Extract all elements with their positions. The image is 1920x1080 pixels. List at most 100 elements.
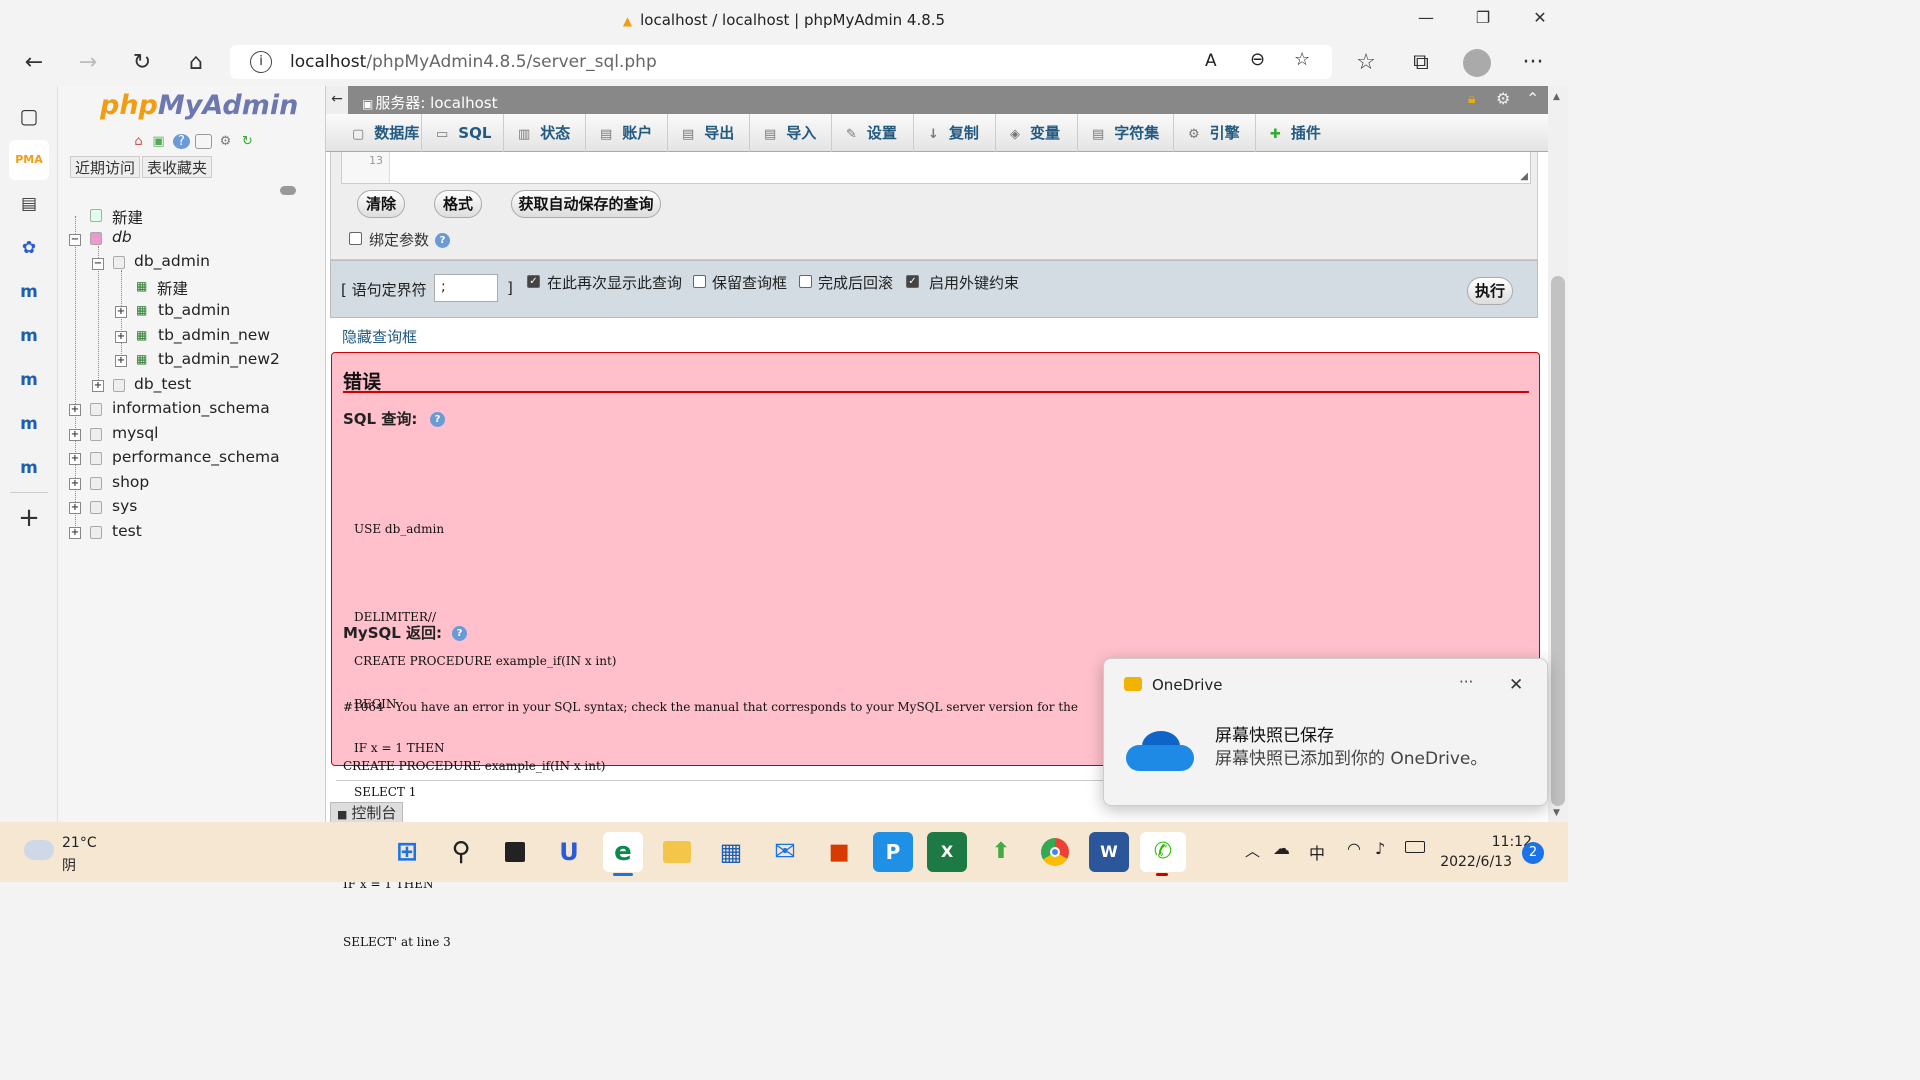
rollback-checkbox[interactable]	[799, 275, 812, 288]
help-icon[interactable]: ?	[435, 233, 450, 248]
tab-baidu[interactable]: ✿	[9, 228, 49, 268]
sql-editor[interactable]: 13 ◢	[341, 152, 1531, 184]
get-autosaved-query-button[interactable]: 获取自动保存的查询	[511, 190, 661, 218]
task-view-icon[interactable]	[495, 832, 535, 872]
tree-db-admin[interactable]: db_admin	[113, 252, 210, 270]
expand-icon[interactable]: +	[69, 478, 81, 490]
tray-chevron-icon[interactable]: ︿	[1245, 840, 1260, 861]
wifi-icon[interactable]: ◠	[1347, 839, 1361, 858]
address-url[interactable]: localhost/phpMyAdmin4.8.5/server_sql.php	[290, 52, 657, 72]
server-label[interactable]: ▣ 服务器: localhost	[362, 92, 498, 113]
onedrive-notification[interactable]: OneDrive ··· ✕ 屏幕快照已保存 屏幕快照已添加到你的 OneDri…	[1103, 658, 1548, 806]
minimize-button[interactable]: —	[1406, 8, 1446, 32]
go-button[interactable]: 执行	[1467, 277, 1513, 305]
tab-settings[interactable]: ✎ 设置	[832, 114, 914, 152]
tab-replication[interactable]: ↓ 复制	[914, 114, 996, 152]
tab-site-5[interactable]: m	[9, 448, 49, 488]
tab-status[interactable]: ▥ 状态	[504, 114, 586, 152]
tab-engines[interactable]: ⚙ 引擎	[1174, 114, 1256, 152]
tree-db-test[interactable]: db_test	[113, 375, 191, 393]
new-tab-icon[interactable]: +	[9, 498, 49, 538]
lock-icon[interactable]: 🔒︎	[1468, 91, 1475, 107]
tree-mysql[interactable]: mysql	[90, 424, 159, 442]
start-icon[interactable]: ⊞	[387, 832, 427, 872]
tab-recent[interactable]: 近期访问	[70, 156, 141, 178]
expand-icon[interactable]: +	[115, 331, 127, 343]
notification-badge[interactable]: 2	[1522, 842, 1544, 864]
tab-sql[interactable]: ▭ SQL	[422, 114, 504, 152]
add-favorite-icon[interactable]: ☆	[1294, 49, 1310, 70]
help-icon[interactable]: ?	[173, 134, 190, 149]
expand-icon[interactable]: +	[69, 404, 81, 416]
onedrive-tray-icon[interactable]: ☁	[1273, 839, 1290, 859]
expand-icon[interactable]: +	[69, 527, 81, 539]
bind-params-checkbox[interactable]	[349, 232, 362, 245]
tab-site-3[interactable]: m	[9, 360, 49, 400]
forward-icon[interactable]: →	[72, 50, 104, 78]
ime-indicator[interactable]: 中	[1309, 840, 1325, 864]
format-button[interactable]: 格式	[434, 190, 482, 218]
battery-icon[interactable]	[1405, 841, 1425, 853]
scroll-up-icon[interactable]: ▲	[1553, 92, 1560, 102]
collapse-icon[interactable]: −	[69, 234, 81, 246]
show-query-again-checkbox[interactable]: ✓	[527, 275, 540, 288]
clock-time[interactable]: 11:12	[1454, 834, 1532, 850]
office-icon[interactable]: ◼	[819, 832, 859, 872]
address-bar[interactable]: i localhost/phpMyAdmin4.8.5/server_sql.p…	[230, 45, 1332, 79]
tab-site-2[interactable]: m	[9, 316, 49, 356]
p-app-icon[interactable]: P	[873, 832, 913, 872]
collections-icon[interactable]: ⧉	[1405, 50, 1437, 78]
store-icon[interactable]: ▦	[711, 832, 751, 872]
link-icon[interactable]	[280, 186, 296, 195]
tree-information-schema[interactable]: information_schema	[90, 399, 270, 417]
expand-icon[interactable]: +	[69, 453, 81, 465]
chrome-icon[interactable]	[1035, 832, 1075, 872]
refresh-icon[interactable]: ↻	[126, 50, 158, 78]
tab-variables[interactable]: ◈ 变量	[996, 114, 1078, 152]
weather-cloud-icon[interactable]	[24, 840, 54, 860]
search-icon[interactable]: ⚲	[441, 832, 481, 872]
mail-icon[interactable]: ✉	[765, 832, 805, 872]
word-icon[interactable]: W	[1089, 832, 1129, 872]
tree-table-1[interactable]: ▦ tb_admin_new	[136, 326, 270, 344]
home-icon[interactable]: ⌂	[130, 134, 147, 149]
tree-table-0[interactable]: ▦ tb_admin	[136, 301, 230, 319]
tree-test[interactable]: test	[90, 522, 142, 540]
collapse-nav-icon[interactable]: ←	[326, 86, 348, 114]
expand-icon[interactable]: +	[115, 306, 127, 318]
clear-button[interactable]: 清除	[357, 190, 405, 218]
volume-icon[interactable]: ♪	[1375, 839, 1385, 858]
help-icon[interactable]: ?	[452, 626, 467, 641]
close-notification-icon[interactable]: ✕	[1509, 675, 1523, 695]
tab-accounts[interactable]: ▤ 账户	[586, 114, 668, 152]
files-icon[interactable]: ⬆	[981, 832, 1021, 872]
hide-query-box-link[interactable]: 隐藏查询框	[342, 326, 417, 347]
docs-icon[interactable]	[195, 134, 212, 149]
reload-icon[interactable]: ↻	[239, 134, 256, 149]
settings-icon[interactable]: ⚙	[217, 134, 234, 149]
wechat-icon[interactable]: ✆	[1140, 832, 1186, 872]
weather-desc[interactable]: 阴	[62, 855, 76, 875]
file-explorer-icon[interactable]	[657, 832, 697, 872]
help-icon[interactable]: ?	[430, 412, 445, 427]
excel-icon[interactable]: X	[927, 832, 967, 872]
tree-db-admin-new[interactable]: ▦ 新建	[136, 277, 188, 299]
tab-databases[interactable]: ▢ 数据库	[338, 114, 422, 152]
tree-shop[interactable]: shop	[90, 473, 149, 491]
tab-import[interactable]: ▤ 导入	[750, 114, 832, 152]
tab-plugins[interactable]: ✚ 插件	[1256, 114, 1340, 152]
retain-query-box-checkbox[interactable]	[693, 275, 706, 288]
clock-date[interactable]: 2022/6/13	[1434, 854, 1512, 870]
home-icon[interactable]: ⌂	[180, 50, 212, 78]
edge-icon[interactable]: e	[603, 832, 643, 872]
tree-performance-schema[interactable]: performance_schema	[90, 448, 280, 466]
expand-icon[interactable]: +	[69, 502, 81, 514]
scroll-down-icon[interactable]: ▼	[1553, 808, 1560, 818]
restore-button[interactable]: ❐	[1463, 8, 1503, 32]
tree-table-2[interactable]: ▦ tb_admin_new2	[136, 350, 280, 368]
tree-sys[interactable]: sys	[90, 497, 137, 515]
page-scrollbar[interactable]: ▲ ▼	[1548, 86, 1568, 822]
logout-icon[interactable]: ▣	[150, 134, 167, 149]
collapse-icon[interactable]: −	[92, 258, 104, 270]
tab-actions-icon[interactable]: ▢	[9, 96, 49, 136]
